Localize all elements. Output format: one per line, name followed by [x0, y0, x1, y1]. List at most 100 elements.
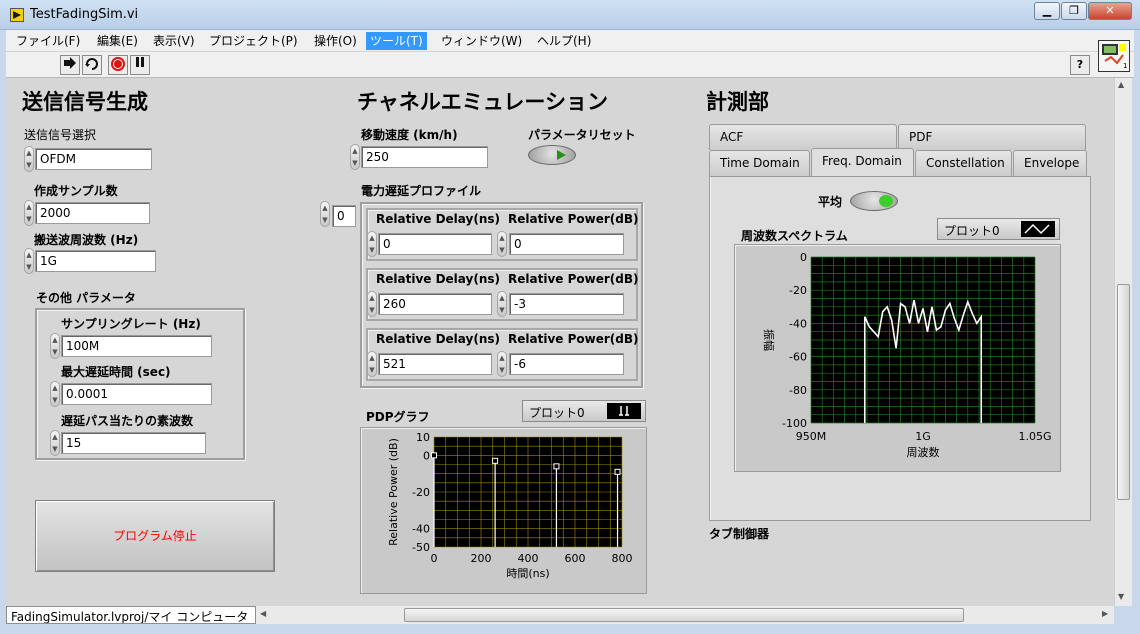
tab-constellation[interactable]: Constellation	[915, 150, 1012, 176]
minimize-button[interactable]: ▁	[1034, 2, 1060, 20]
other-params-label: その他 パラメータ	[36, 291, 136, 305]
abort-icon[interactable]	[108, 55, 128, 75]
power-spinner-2[interactable]: ▲ ▼	[497, 351, 507, 377]
pdp-y-tick: 0	[423, 449, 430, 462]
spectrum-y-tick: -60	[789, 351, 807, 364]
samples-field[interactable]: 2000	[35, 202, 150, 224]
pdp-point	[553, 463, 560, 470]
window-titlebar: TestFadingSim.vi ▁ ❐ ✕	[0, 0, 1140, 30]
svg-text:1: 1	[1123, 62, 1127, 70]
pdp-x-tick: 200	[471, 552, 492, 565]
tab-envelope[interactable]: Envelope	[1013, 150, 1087, 176]
signal-select-field[interactable]: OFDM	[35, 148, 152, 170]
power-field-1[interactable]: -3	[509, 293, 624, 315]
delay-spinner-0[interactable]: ▲ ▼	[367, 231, 377, 257]
delay-field-0[interactable]: 0	[378, 233, 492, 255]
menu-help[interactable]: ヘルプ(H)	[533, 32, 595, 50]
delay-header-2: Relative Delay(ns)	[376, 332, 500, 346]
power-field-0[interactable]: 0	[509, 233, 624, 255]
tx-heading: 送信信号生成	[22, 90, 148, 114]
maximize-button[interactable]: ❐	[1061, 2, 1087, 20]
vertical-scroll-thumb[interactable]	[1117, 284, 1130, 500]
pdp-x-tick: 800	[612, 552, 633, 565]
toolbar: ?	[6, 52, 1134, 78]
pdp-plot-legend[interactable]: プロット0	[522, 400, 646, 422]
spectrum-plot-legend[interactable]: プロット0	[937, 218, 1060, 240]
pause-icon[interactable]	[130, 55, 150, 75]
run-continuously-icon[interactable]	[82, 55, 102, 75]
close-button[interactable]: ✕	[1088, 2, 1132, 20]
spectrum-legend-swatch-icon	[1021, 221, 1055, 237]
delay-field-2[interactable]: 521	[378, 353, 492, 375]
channel-heading: チャネルエミュレーション	[357, 90, 608, 114]
pdp-x-axis-label: 時間(ns)	[506, 567, 549, 580]
spectrum-legend-label: プロット0	[944, 224, 1000, 238]
scroll-down-arrow-icon[interactable]: ▼	[1118, 592, 1124, 601]
menu-operate[interactable]: 操作(O)	[310, 32, 361, 50]
max-delay-spinner[interactable]: ▲ ▼	[50, 381, 60, 407]
scroll-left-arrow-icon[interactable]: ◀	[260, 609, 266, 618]
delay-spinner-2[interactable]: ▲ ▼	[367, 351, 377, 377]
vi-connector-icon: 1	[1098, 40, 1130, 72]
pdp-legend-label: プロット0	[529, 406, 585, 420]
pdp-point	[431, 452, 437, 459]
horizontal-scroll-thumb[interactable]	[404, 608, 964, 622]
profile-index-spinner[interactable]: ▲ ▼	[320, 201, 330, 227]
pdp-x-tick: 400	[518, 552, 539, 565]
horizontal-scrollbar[interactable]: ◀ ▶	[256, 606, 1114, 624]
context-help-button[interactable]: ?	[1070, 55, 1090, 75]
tab-time-domain[interactable]: Time Domain	[709, 150, 810, 176]
stop-program-button[interactable]: プログラム停止	[35, 500, 275, 572]
power-spinner-0[interactable]: ▲ ▼	[497, 231, 507, 257]
tab-control-label: タブ制御器	[709, 527, 770, 541]
pdp-graph-label: PDPグラフ	[366, 410, 430, 424]
menu-tools[interactable]: ツール(T)	[366, 32, 427, 50]
average-led-button[interactable]	[850, 191, 898, 211]
speed-label: 移動速度 (km/h)	[361, 128, 458, 142]
carrier-spinner[interactable]: ▲ ▼	[24, 248, 34, 274]
tab-acf[interactable]: ACF	[709, 124, 897, 150]
power-spinner-1[interactable]: ▲ ▼	[497, 291, 507, 317]
sample-rate-spinner[interactable]: ▲ ▼	[50, 333, 60, 359]
delay-spinner-1[interactable]: ▲ ▼	[367, 291, 377, 317]
speed-spinner[interactable]: ▲ ▼	[350, 144, 360, 170]
spectrum-graph-frame: 950M 1G 1.05G 0 -20 -40 -60 -80 -100 周波数 振幅	[734, 244, 1061, 472]
menu-edit[interactable]: 編集(E)	[93, 32, 142, 50]
spectrum-x-tick: 1G	[915, 430, 931, 443]
delay-header-0: Relative Delay(ns)	[376, 212, 500, 226]
menu-view[interactable]: 表示(V)	[149, 32, 199, 50]
signal-select-spinner[interactable]: ▲ ▼	[24, 146, 34, 172]
max-delay-field[interactable]: 0.0001	[61, 383, 212, 405]
tab-pdf[interactable]: PDF	[898, 124, 1086, 150]
spectrum-y-tick: -20	[789, 284, 807, 297]
menu-window[interactable]: ウィンドウ(W)	[437, 32, 526, 50]
waves-per-path-label: 遅延パス当たりの素波数	[61, 414, 194, 428]
power-header-2: Relative Power(dB)	[508, 332, 639, 346]
carrier-field[interactable]: 1G	[35, 250, 156, 272]
spectrum-y-axis-label: 振幅	[762, 329, 776, 351]
pdp-point	[614, 468, 621, 475]
scroll-right-arrow-icon[interactable]: ▶	[1102, 609, 1108, 618]
pdp-y-tick: -50	[412, 541, 430, 554]
delay-header-1: Relative Delay(ns)	[376, 272, 500, 286]
menu-file[interactable]: ファイル(F)	[12, 32, 84, 50]
spectrum-y-tick: -40	[789, 317, 807, 330]
spectrum-y-tick: -80	[789, 384, 807, 397]
speed-field[interactable]: 250	[361, 146, 488, 168]
waves-per-path-field[interactable]: 15	[61, 432, 206, 454]
sample-rate-field[interactable]: 100M	[61, 335, 212, 357]
pdp-point	[492, 457, 499, 464]
vertical-scrollbar[interactable]: ▲ ▼	[1114, 78, 1132, 606]
pdp-x-tick: 600	[565, 552, 586, 565]
run-arrow-icon[interactable]	[60, 55, 80, 75]
menu-project[interactable]: プロジェクト(P)	[205, 32, 302, 50]
tab-freq-domain[interactable]: Freq. Domain	[811, 148, 914, 176]
delay-field-1[interactable]: 260	[378, 293, 492, 315]
scroll-up-arrow-icon[interactable]: ▲	[1118, 80, 1124, 89]
waves-per-path-spinner[interactable]: ▲ ▼	[50, 430, 60, 456]
power-field-2[interactable]: -6	[509, 353, 624, 375]
profile-index-field[interactable]: 0	[332, 205, 356, 227]
samples-spinner[interactable]: ▲ ▼	[24, 200, 34, 226]
power-header-1: Relative Power(dB)	[508, 272, 639, 286]
reset-led-button[interactable]	[528, 145, 576, 165]
